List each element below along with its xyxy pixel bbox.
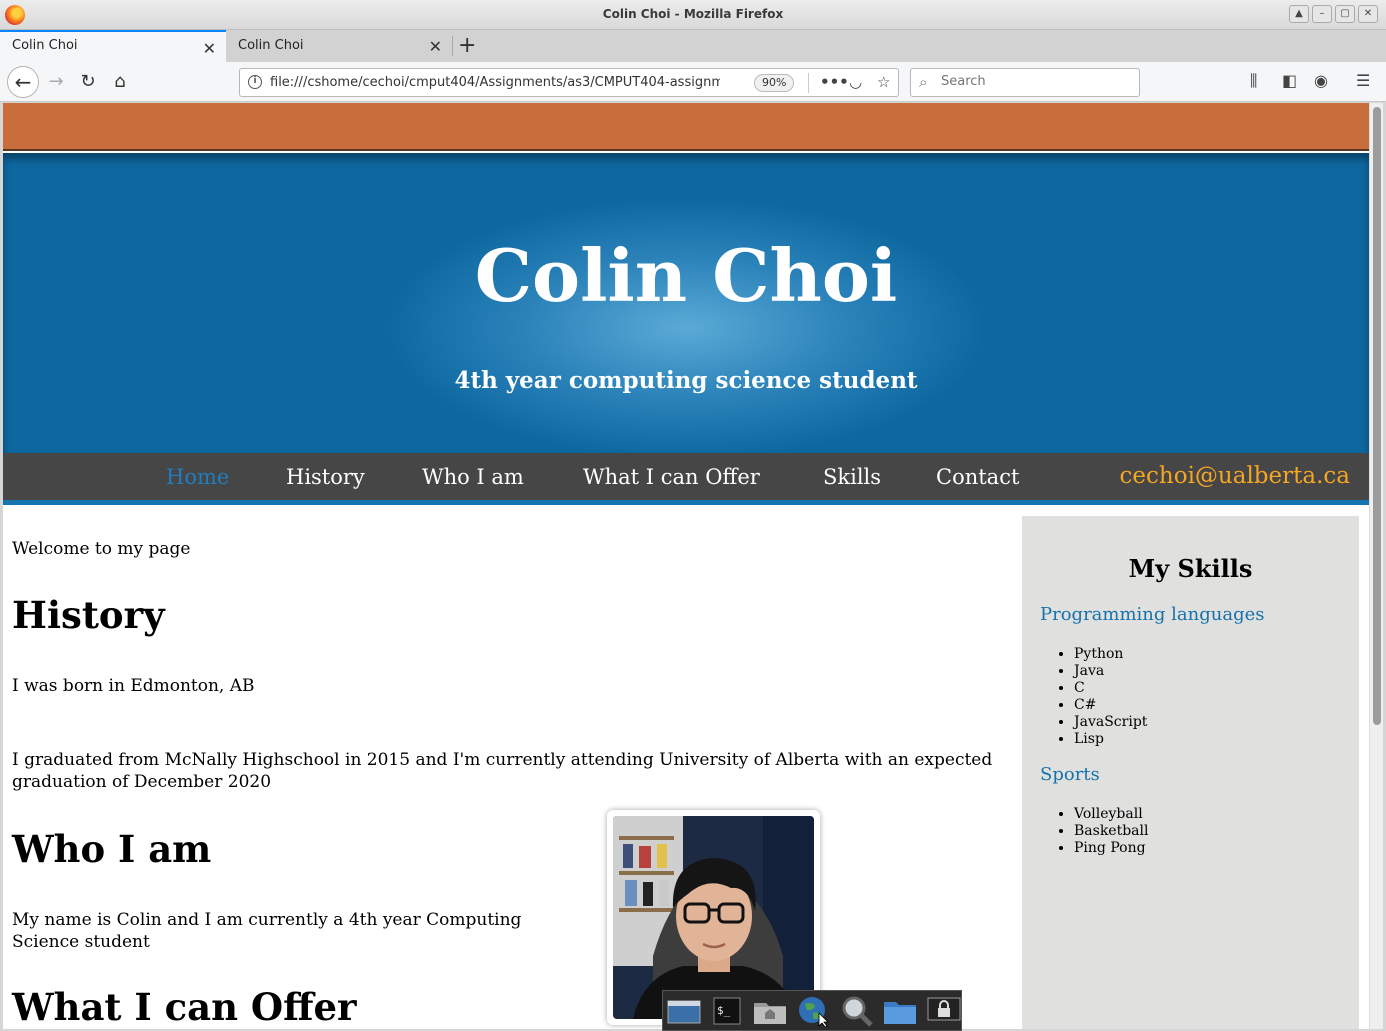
site-info-icon[interactable]: i: [248, 75, 262, 89]
search-bar[interactable]: ⌕: [910, 68, 1140, 97]
history-paragraph-2: I graduated from McNally Highschool in 2…: [12, 750, 993, 792]
hero-banner: Colin Choi 4th year computing science st…: [3, 153, 1369, 453]
sidebar-toggle-icon[interactable]: ◧: [1282, 71, 1297, 90]
reload-icon[interactable]: ↻: [76, 70, 100, 94]
url-text[interactable]: file:///cshome/cechoi/cmput404/Assignmen…: [270, 75, 720, 90]
file-manager-icon[interactable]: [883, 995, 917, 1027]
window-titlebar: Colin Choi - Mozilla Firefox ▲ – ▢ ✕: [0, 0, 1386, 30]
back-icon[interactable]: ←: [7, 66, 39, 98]
window-controls: ▲ – ▢ ✕: [1289, 5, 1378, 23]
nav-what-i-can-offer[interactable]: What I can Offer: [583, 465, 760, 489]
new-tab-icon[interactable]: +: [458, 33, 476, 58]
sports-list: Volleyball Basketball Ping Pong: [1074, 806, 1148, 857]
page-top-strip: [3, 103, 1369, 151]
list-item: Ping Pong: [1074, 840, 1148, 857]
profile-photo-image: [613, 816, 814, 1019]
hero-title: Colin Choi: [474, 233, 898, 318]
nav-home[interactable]: Home: [166, 465, 229, 489]
page-actions-icon[interactable]: •••: [820, 73, 849, 91]
history-heading: History: [12, 593, 165, 637]
programming-list: Python Java C C# JavaScript Lisp: [1074, 646, 1147, 748]
terminal-icon[interactable]: $_: [711, 995, 743, 1027]
list-item: Python: [1074, 646, 1147, 663]
nav-skills[interactable]: Skills: [823, 465, 881, 489]
tab-1[interactable]: Colin Choi ✕: [0, 30, 226, 62]
nav-history[interactable]: History: [286, 465, 365, 489]
profile-portrait: [613, 816, 814, 1019]
navigation-toolbar: ← → ↻ ⌂ i file:///cshome/cechoi/cmput404…: [0, 62, 1386, 102]
desktop-dock: $_: [662, 990, 962, 1031]
tab-close-icon[interactable]: ✕: [429, 37, 442, 56]
programming-heading: Programming languages: [1040, 604, 1265, 625]
list-item: Volleyball: [1074, 806, 1148, 823]
list-item: Basketball: [1074, 823, 1148, 840]
pocket-icon[interactable]: ◡: [849, 73, 862, 91]
skills-title: My Skills: [1128, 554, 1253, 583]
search-icon: ⌕: [919, 73, 928, 91]
sports-heading: Sports: [1040, 764, 1100, 785]
home-folder-icon[interactable]: [753, 995, 787, 1027]
tab-1-label: Colin Choi: [12, 38, 78, 53]
offer-heading: What I can Offer: [12, 985, 357, 1029]
history-paragraph-1: I was born in Edmonton, AB: [12, 676, 255, 696]
list-item: C: [1074, 680, 1147, 697]
urlbar-divider: [808, 73, 809, 93]
show-desktop-icon[interactable]: [667, 995, 701, 1027]
search-input[interactable]: [941, 74, 1131, 89]
account-icon[interactable]: ◉: [1314, 71, 1328, 90]
site-nav: Home History Who I am What I can Offer S…: [3, 453, 1369, 505]
page-viewport: Colin Choi 4th year computing science st…: [3, 103, 1369, 1029]
list-item: Java: [1074, 663, 1147, 680]
tab-strip: Colin Choi ✕ Colin Choi ✕: [0, 30, 1386, 62]
menu-icon[interactable]: ☰: [1356, 71, 1370, 90]
window-maximize-icon[interactable]: ▢: [1335, 5, 1355, 23]
email-link[interactable]: cechoi@ualberta.ca: [1120, 463, 1350, 489]
search-app-icon[interactable]: [841, 995, 873, 1027]
hero-subtitle: 4th year computing science student: [454, 367, 918, 394]
skills-sidebar: My Skills Programming languages Python J…: [1022, 516, 1359, 1029]
home-icon[interactable]: ⌂: [108, 70, 132, 94]
svg-text:$_: $_: [717, 1004, 731, 1017]
scrollbar-thumb[interactable]: [1373, 107, 1381, 725]
window-minimize-icon[interactable]: –: [1312, 5, 1332, 23]
welcome-text: Welcome to my page: [12, 539, 191, 559]
window-shade-icon[interactable]: ▲: [1289, 5, 1309, 23]
list-item: Lisp: [1074, 731, 1147, 748]
whoami-heading: Who I am: [12, 827, 212, 871]
tab-2[interactable]: Colin Choi ✕: [226, 30, 453, 62]
tab-2-label: Colin Choi: [238, 38, 304, 53]
window-close-icon[interactable]: ✕: [1358, 5, 1378, 23]
forward-icon[interactable]: →: [44, 70, 68, 94]
tab-close-icon[interactable]: ✕: [203, 39, 216, 58]
page-scrollbar[interactable]: [1369, 103, 1383, 1029]
bookmark-star-icon[interactable]: ☆: [877, 73, 890, 91]
whoami-paragraph: My name is Colin and I am currently a 4t…: [12, 910, 522, 952]
nav-contact[interactable]: Contact: [936, 465, 1019, 489]
web-browser-icon[interactable]: [797, 995, 831, 1027]
nav-who-i-am[interactable]: Who I am: [422, 465, 524, 489]
window-title: Colin Choi - Mozilla Firefox: [602, 7, 784, 21]
zoom-level-badge[interactable]: 90%: [754, 74, 795, 92]
lock-screen-icon[interactable]: [927, 995, 961, 1027]
tab-separator: [452, 36, 453, 56]
list-item: C#: [1074, 697, 1147, 714]
library-icon[interactable]: ⫼: [1250, 71, 1257, 91]
list-item: JavaScript: [1074, 714, 1147, 731]
url-bar[interactable]: i file:///cshome/cechoi/cmput404/Assignm…: [239, 68, 899, 97]
